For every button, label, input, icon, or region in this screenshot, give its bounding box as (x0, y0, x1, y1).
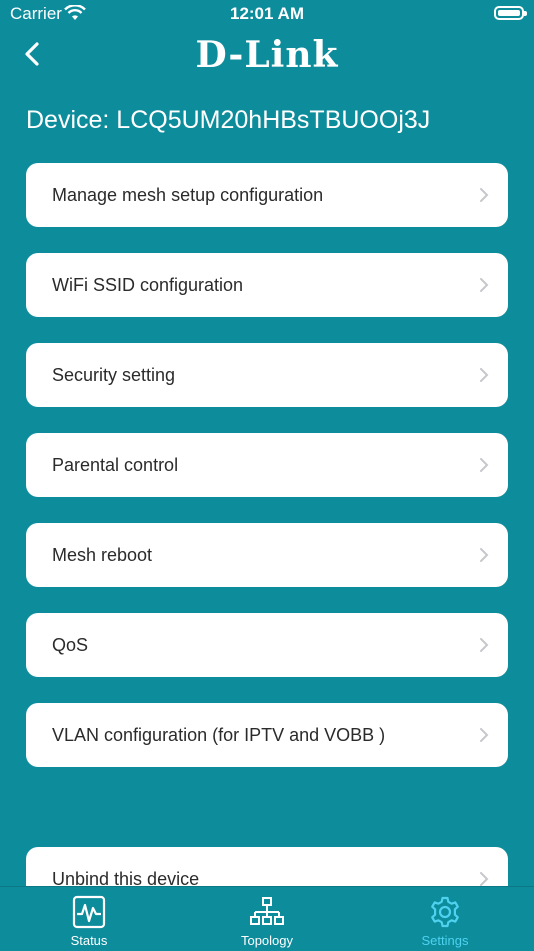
settings-menu: Manage mesh setup configuration WiFi SSI… (26, 163, 508, 793)
chevron-right-icon (480, 368, 489, 382)
device-title: Device: LCQ5UM20hHBsTBUOOj3J (26, 106, 431, 134)
battery-icon (494, 6, 527, 20)
tab-topology[interactable]: Topology (178, 887, 356, 951)
menu-item-wifi-ssid[interactable]: WiFi SSID configuration (26, 253, 508, 317)
menu-item-label: WiFi SSID configuration (52, 275, 244, 295)
tab-bar: Status Topology Settings (0, 886, 534, 951)
menu-item-mesh-reboot[interactable]: Mesh reboot (26, 523, 508, 587)
tab-status[interactable]: Status (0, 887, 178, 951)
menu-item-label: Security setting (52, 365, 176, 385)
menu-item-mesh-setup[interactable]: Manage mesh setup configuration (26, 163, 508, 227)
topology-icon (250, 897, 284, 925)
chevron-right-icon (480, 548, 489, 562)
clock: 12:01 AM (229, 4, 304, 23)
menu-item-parental-control[interactable]: Parental control (26, 433, 508, 497)
chevron-right-icon (480, 278, 489, 292)
tab-label: Status (70, 933, 108, 948)
menu-item-vlan[interactable]: VLAN configuration (for IPTV and VOBB ) (26, 703, 508, 767)
status-bar: Carrier 12:01 AM (0, 0, 534, 30)
chevron-right-icon (480, 638, 489, 652)
chevron-right-icon (480, 728, 489, 742)
tab-label: Settings (421, 933, 469, 948)
menu-item-qos[interactable]: QoS (26, 613, 508, 677)
menu-item-label: Parental control (52, 455, 179, 475)
status-chart-icon (72, 895, 106, 929)
menu-item-security[interactable]: Security setting (26, 343, 508, 407)
menu-item-label: VLAN configuration (for IPTV and VOBB ) (52, 725, 386, 745)
gear-icon (431, 896, 459, 928)
menu-item-label: QoS (52, 635, 89, 655)
menu-item-label: Manage mesh setup configuration (52, 185, 324, 205)
dlink-logo: D-Link (195, 34, 339, 76)
chevron-right-icon (480, 188, 489, 202)
menu-item-label: Mesh reboot (52, 545, 153, 565)
tab-label: Topology (240, 933, 294, 948)
chevron-right-icon (480, 458, 489, 472)
tab-settings[interactable]: Settings (356, 887, 534, 951)
